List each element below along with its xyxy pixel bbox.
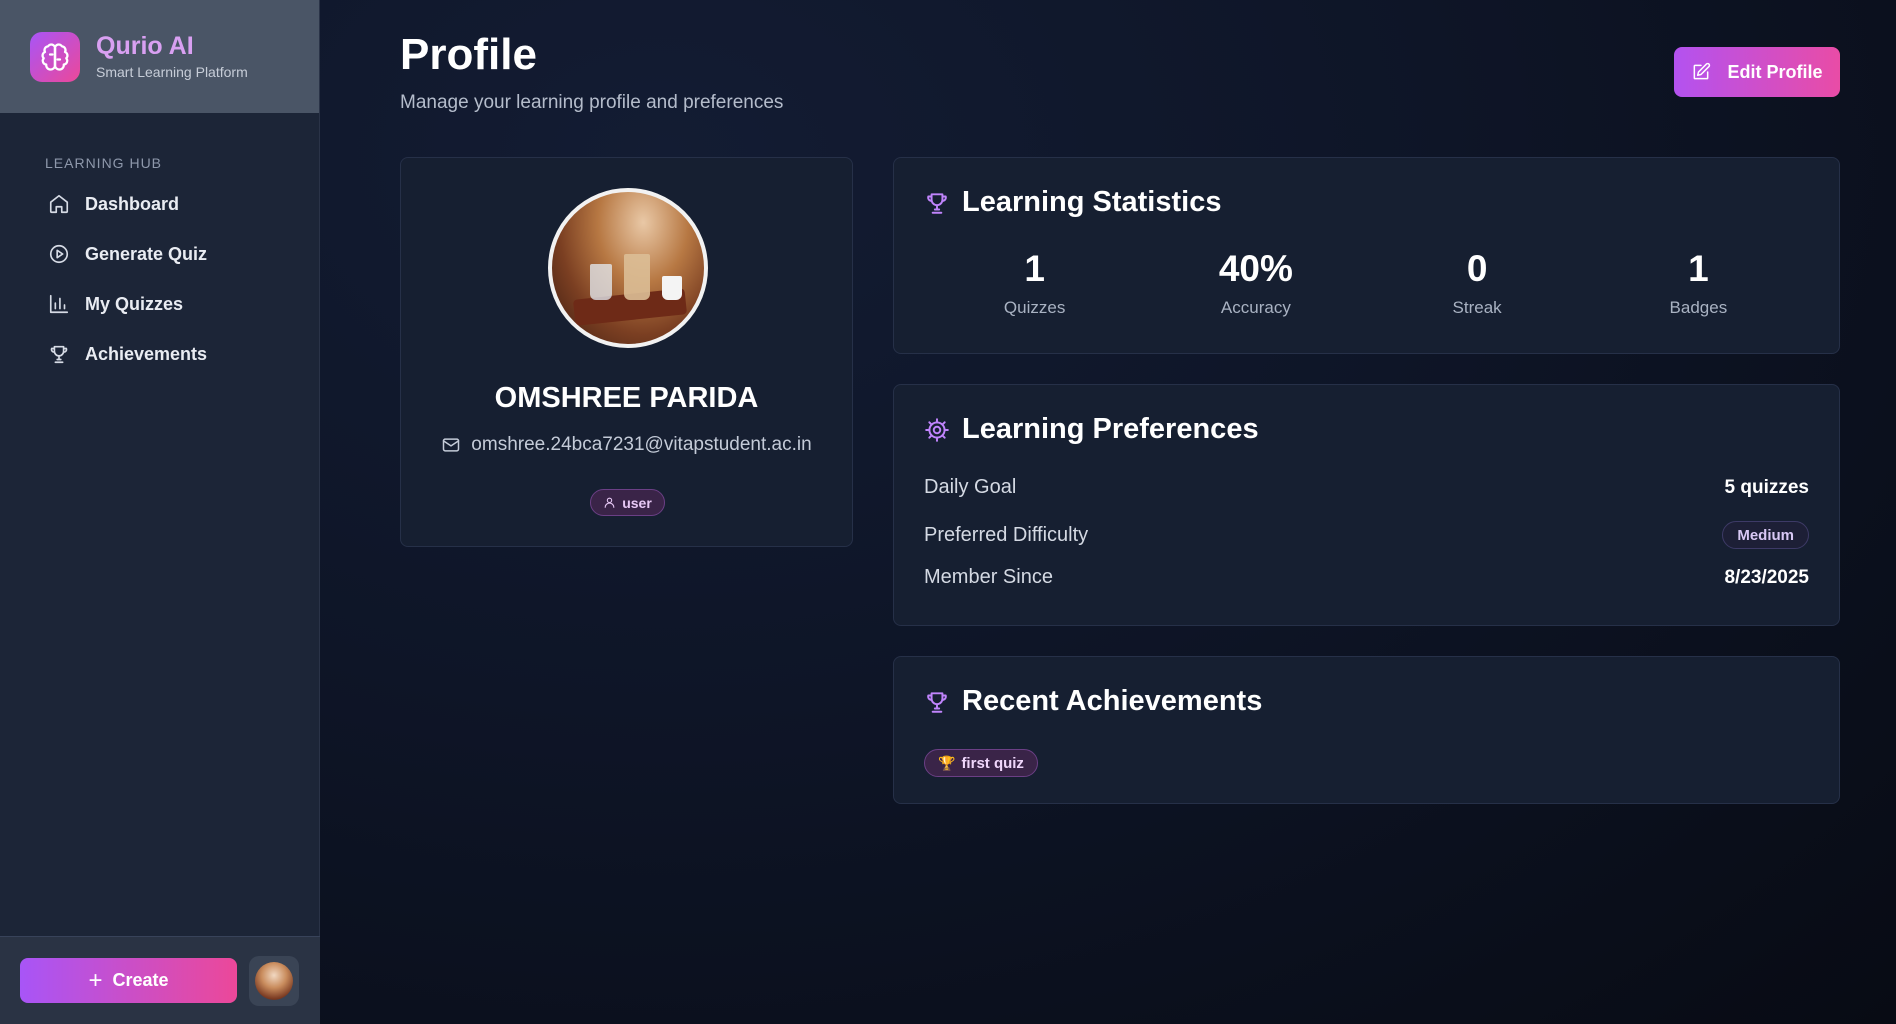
edit-profile-label: Edit Profile — [1727, 61, 1823, 82]
brand-header[interactable]: Qurio AI Smart Learning Platform — [0, 0, 319, 113]
brand-name: Qurio AI — [96, 31, 194, 60]
stat-badges: 1 Badges — [1588, 248, 1809, 318]
gear-icon — [925, 417, 949, 442]
achievement-badge[interactable]: 🏆 first quiz — [924, 749, 1038, 777]
create-label: Create — [112, 970, 169, 990]
stat-streak: 0 Streak — [1367, 248, 1588, 318]
bar-chart-icon — [49, 294, 69, 314]
sidebar-item-dashboard[interactable]: Dashboard — [0, 179, 319, 229]
sidebar-item-label: Generate Quiz — [85, 243, 208, 264]
sidebar-footer: + Create — [0, 936, 320, 1024]
pref-label: Preferred Difficulty — [924, 523, 1089, 546]
pref-label: Daily Goal — [924, 476, 1017, 498]
page-title: Profile — [400, 30, 537, 79]
profile-card: OMSHREE PARIDA omshree.24bca7231@vitapst… — [400, 157, 853, 547]
trophy-icon — [927, 691, 947, 713]
stat-quizzes: 1 Quizzes — [924, 248, 1145, 318]
brain-icon — [30, 31, 80, 82]
stat-value: 1 — [1688, 248, 1709, 289]
achievements-title: Recent Achievements — [962, 685, 1263, 717]
learning-statistics-card: Learning Statistics 1 Quizzes 40% Accura… — [893, 157, 1840, 354]
trophy-icon — [927, 192, 947, 214]
stat-label: Badges — [1669, 298, 1728, 317]
sidebar-item-label: Dashboard — [85, 193, 180, 214]
sidebar-item-label: My Quizzes — [85, 293, 184, 314]
sidebar: Qurio AI Smart Learning Platform LEARNIN… — [0, 0, 320, 1024]
profile-avatar[interactable] — [548, 188, 708, 348]
profile-email: omshree.24bca7231@vitapstudent.ac.in — [471, 434, 812, 455]
preferences-title: Learning Preferences — [962, 413, 1259, 445]
stat-label: Accuracy — [1220, 298, 1291, 317]
trophy-icon — [50, 345, 68, 364]
stats-row: 1 Quizzes 40% Accuracy 0 Streak 1 Badges — [894, 248, 1839, 318]
recent-achievements-card: Recent Achievements 🏆 first quiz — [893, 656, 1840, 804]
user-avatar-button[interactable] — [249, 955, 299, 1006]
difficulty-badge: Medium — [1722, 521, 1809, 549]
stat-label: Streak — [1452, 298, 1502, 317]
edit-icon — [1694, 62, 1711, 80]
play-circle-icon — [49, 244, 69, 264]
mail-icon — [443, 438, 460, 452]
brand-subtitle: Smart Learning Platform — [96, 64, 248, 81]
pref-row-difficulty: Preferred Difficulty Medium — [924, 521, 1809, 549]
nav-section-label: LEARNING HUB — [45, 155, 163, 171]
preferences-title-row: Learning Preferences — [924, 413, 1259, 446]
create-button[interactable]: + Create — [20, 958, 237, 1003]
home-icon — [49, 194, 69, 214]
statistics-title-row: Learning Statistics — [924, 186, 1221, 219]
plus-icon: + — [88, 966, 103, 994]
stat-value: 0 — [1466, 248, 1488, 289]
avatar — [255, 961, 293, 1000]
role-badge: user — [590, 489, 665, 516]
role-label: user — [622, 494, 652, 511]
pref-value: 5 quizzes — [1724, 476, 1809, 498]
pref-label: Member Since — [924, 566, 1053, 588]
pref-row-daily-goal: Daily Goal 5 quizzes — [924, 476, 1809, 499]
profile-name: OMSHREE PARIDA — [494, 382, 759, 414]
achievement-label: first quiz — [961, 754, 1024, 772]
sidebar-item-label: Achievements — [85, 343, 208, 364]
sidebar-item-achievements[interactable]: Achievements — [0, 329, 319, 379]
page-subtitle: Manage your learning profile and prefere… — [400, 92, 784, 113]
pref-row-member-since: Member Since 8/23/2025 — [924, 566, 1809, 589]
profile-email-row: omshree.24bca7231@vitapstudent.ac.in — [401, 434, 852, 456]
pref-value: 8/23/2025 — [1724, 566, 1809, 588]
achievements-title-row: Recent Achievements — [924, 685, 1262, 718]
stat-value: 40% — [1218, 248, 1293, 289]
sidebar-nav: Dashboard Generate Quiz My Quizzes Achie… — [0, 179, 319, 379]
sidebar-item-my-quizzes[interactable]: My Quizzes — [0, 279, 319, 329]
learning-preferences-card: Learning Preferences Daily Goal 5 quizze… — [893, 384, 1840, 626]
sidebar-item-generate-quiz[interactable]: Generate Quiz — [0, 229, 319, 279]
trophy-emoji-icon: 🏆 — [938, 754, 956, 771]
edit-profile-button[interactable]: Edit Profile — [1674, 47, 1840, 97]
statistics-title: Learning Statistics — [962, 186, 1222, 218]
user-icon — [604, 497, 615, 508]
stat-accuracy: 40% Accuracy — [1145, 248, 1366, 318]
stat-value: 1 — [1024, 248, 1045, 289]
stat-label: Quizzes — [1003, 298, 1066, 317]
